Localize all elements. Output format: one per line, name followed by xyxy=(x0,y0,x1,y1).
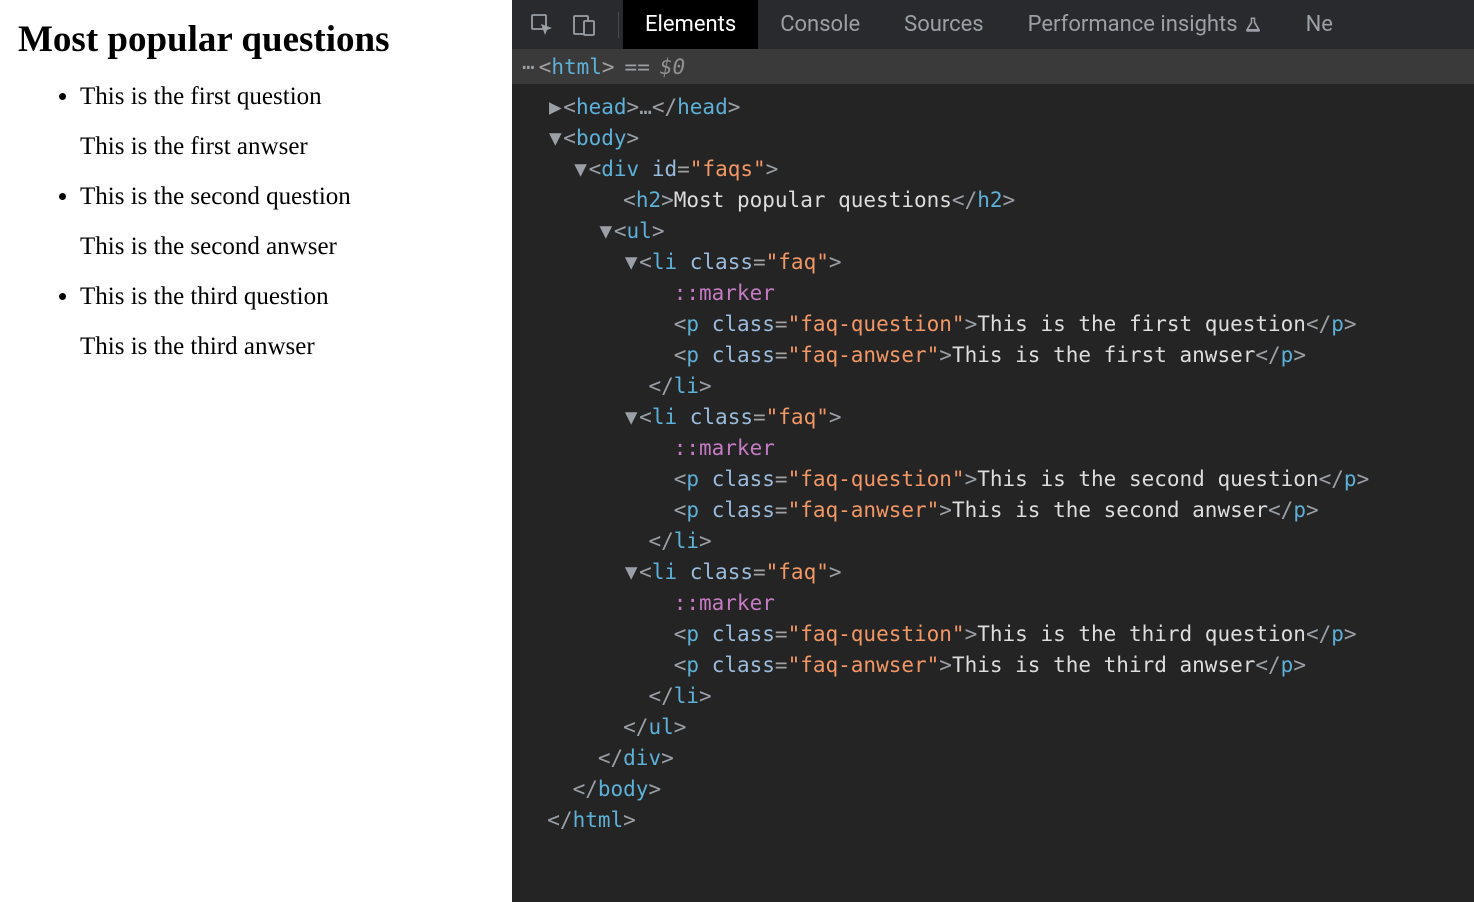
dom-line-marker[interactable]: ::marker xyxy=(522,278,1474,309)
dom-line-div-open[interactable]: ▼<div id="faqs"> xyxy=(522,154,1474,185)
dom-line-li-open[interactable]: ▼<li class="faq"> xyxy=(522,402,1474,433)
dom-line-p-question[interactable]: <p class="faq-question">This is the seco… xyxy=(522,464,1474,495)
collapse-triangle-icon[interactable]: ▼ xyxy=(623,557,639,588)
list-item: This is the third question This is the t… xyxy=(80,283,502,361)
tab-elements[interactable]: Elements xyxy=(623,0,758,49)
dom-line-html-close[interactable]: </html> xyxy=(522,805,1474,836)
inspect-element-icon[interactable] xyxy=(530,13,554,37)
dom-line-marker[interactable]: ::marker xyxy=(522,433,1474,464)
dom-line-li-close[interactable]: </li> xyxy=(522,526,1474,557)
dom-line-li-close[interactable]: </li> xyxy=(522,371,1474,402)
beaker-icon xyxy=(1244,16,1262,34)
devtools-panel: Elements Console Sources Performance ins… xyxy=(512,0,1474,902)
toolbar-separator xyxy=(618,12,619,38)
breadcrumb-tag-open: < xyxy=(539,55,552,79)
device-toggle-icon[interactable] xyxy=(572,13,596,37)
faq-answer: This is the first anwser xyxy=(80,133,502,161)
tab-sources[interactable]: Sources xyxy=(882,0,1006,49)
page-heading: Most popular questions xyxy=(18,18,502,61)
dom-line-li-open[interactable]: ▼<li class="faq"> xyxy=(522,247,1474,278)
collapse-triangle-icon[interactable]: ▼ xyxy=(573,154,589,185)
breadcrumb-var: $0 xyxy=(660,55,685,79)
dom-line-h2[interactable]: <h2>Most popular questions</h2> xyxy=(522,185,1474,216)
dom-tree[interactable]: ▶<head>…</head> ▼<body> ▼<div id="faqs">… xyxy=(512,84,1474,902)
dom-line-ul-open[interactable]: ▼<ul> xyxy=(522,216,1474,247)
dom-line-li-open[interactable]: ▼<li class="faq"> xyxy=(522,557,1474,588)
dom-line-ul-close[interactable]: </ul> xyxy=(522,712,1474,743)
tab-console[interactable]: Console xyxy=(758,0,882,49)
list-item: This is the second question This is the … xyxy=(80,183,502,261)
dom-line-div-close[interactable]: </div> xyxy=(522,743,1474,774)
collapsed-dots: … xyxy=(639,95,652,119)
list-item: This is the first question This is the f… xyxy=(80,83,502,161)
tab-performance-insights[interactable]: Performance insights xyxy=(1006,0,1284,49)
collapse-triangle-icon[interactable]: ▼ xyxy=(547,123,563,154)
dom-line-p-answer[interactable]: <p class="faq-anwser">This is the third … xyxy=(522,650,1474,681)
dom-line-head[interactable]: ▶<head>…</head> xyxy=(522,92,1474,123)
collapse-triangle-icon[interactable]: ▼ xyxy=(623,247,639,278)
dom-line-p-question[interactable]: <p class="faq-question">This is the thir… xyxy=(522,619,1474,650)
rendered-page-panel: Most popular questions This is the first… xyxy=(0,0,512,902)
faq-list: This is the first question This is the f… xyxy=(18,83,502,361)
breadcrumb-dots: ⋯ xyxy=(522,55,537,79)
dom-line-p-answer[interactable]: <p class="faq-anwser">This is the first … xyxy=(522,340,1474,371)
tab-network-truncated[interactable]: Ne xyxy=(1284,0,1355,49)
dom-line-p-question[interactable]: <p class="faq-question">This is the firs… xyxy=(522,309,1474,340)
dom-line-body-close[interactable]: </body> xyxy=(522,774,1474,805)
faq-question: This is the first question xyxy=(80,83,502,111)
dom-line-body-open[interactable]: ▼<body> xyxy=(522,123,1474,154)
breadcrumb-eq: == xyxy=(625,55,650,79)
dom-line-li-close[interactable]: </li> xyxy=(522,681,1474,712)
breadcrumb[interactable]: ⋯ <html> == $0 xyxy=(512,50,1474,84)
breadcrumb-tag-close: > xyxy=(602,55,615,79)
breadcrumb-tag-name: html xyxy=(551,55,602,79)
tab-label: Performance insights xyxy=(1028,12,1238,37)
faq-question: This is the third question xyxy=(80,283,502,311)
expand-triangle-icon[interactable]: ▶ xyxy=(547,92,563,123)
dom-line-marker[interactable]: ::marker xyxy=(522,588,1474,619)
faq-answer: This is the second anwser xyxy=(80,233,502,261)
collapse-triangle-icon[interactable]: ▼ xyxy=(623,402,639,433)
faq-answer: This is the third anwser xyxy=(80,333,502,361)
faq-question: This is the second question xyxy=(80,183,502,211)
collapse-triangle-icon[interactable]: ▼ xyxy=(598,216,614,247)
devtools-toolbar: Elements Console Sources Performance ins… xyxy=(512,0,1474,50)
dom-line-p-answer[interactable]: <p class="faq-anwser">This is the second… xyxy=(522,495,1474,526)
